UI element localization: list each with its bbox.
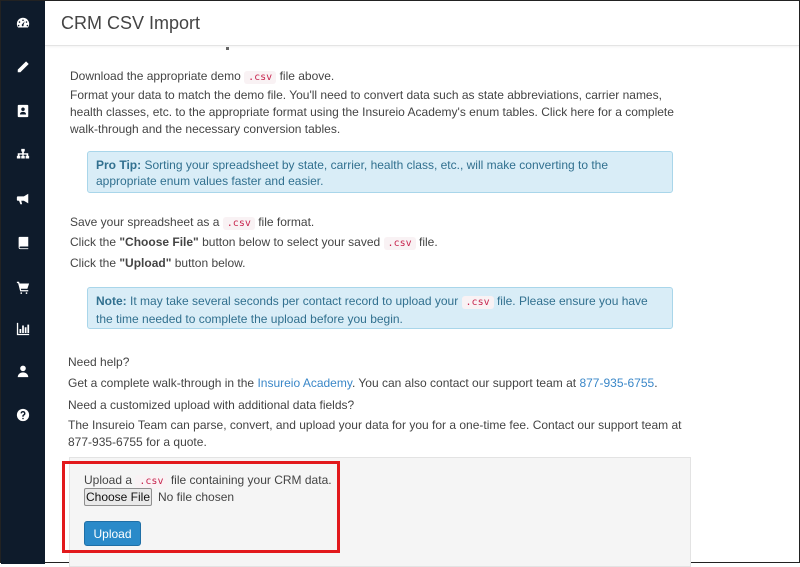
- help-icon[interactable]: [1, 403, 45, 427]
- note-box: Note: It may take several seconds per co…: [87, 287, 673, 329]
- csv-code: .csv: [461, 296, 494, 309]
- bar-chart-icon[interactable]: [1, 317, 45, 341]
- step-choose: Click the "Choose File" button below to …: [70, 235, 438, 250]
- walkthrough-text: Get a complete walk-through in the: [68, 376, 255, 390]
- step-upload-text: Click the: [70, 256, 117, 270]
- note-text: It may take several seconds per contact …: [130, 294, 459, 308]
- step-upload: Click the "Upload" button below.: [70, 256, 245, 270]
- note-label: Note:: [96, 294, 127, 308]
- step-download: Download the appropriate demo .csv file …: [70, 69, 335, 84]
- step-choose-text-end: file.: [418, 235, 438, 249]
- need-help-heading: Need help?: [68, 355, 130, 369]
- separator-dot: [226, 47, 229, 50]
- choose-file-emphasis: "Choose File": [119, 235, 199, 249]
- dashboard-icon[interactable]: [1, 11, 45, 35]
- phone-link[interactable]: 877-935-6755: [579, 376, 654, 390]
- step-upload-text-end: button below.: [174, 256, 246, 270]
- sidebar: [1, 1, 45, 564]
- step-save-text: Save your spreadsheet as a: [70, 215, 220, 229]
- page-title: CRM CSV Import: [61, 13, 201, 33]
- top-bar: CRM CSV Import: [45, 1, 799, 46]
- csv-code: .csv: [244, 71, 277, 84]
- book-icon[interactable]: [1, 231, 45, 255]
- step-choose-text-mid: button below to select your saved: [202, 235, 381, 249]
- step-download-text: Download the appropriate demo: [70, 69, 241, 83]
- walkthrough-text-mid: . You can also contact our support team …: [351, 376, 577, 390]
- step-format: Format your data to match the demo file.…: [70, 88, 674, 136]
- step-download-text-end: file above.: [279, 69, 335, 83]
- step-save-text-end: file format.: [258, 215, 315, 229]
- pencil-icon[interactable]: [1, 55, 45, 79]
- pro-tip-box: Pro Tip: Sorting your spreadsheet by sta…: [87, 151, 673, 193]
- csv-code: .csv: [383, 237, 416, 250]
- upload-emphasis: "Upload": [119, 256, 172, 270]
- walkthrough-line: Get a complete walk-through in the Insur…: [68, 376, 658, 390]
- step-choose-text: Click the: [70, 235, 117, 249]
- highlight-box: [62, 461, 340, 553]
- custom-upload-question: Need a customized upload with additional…: [68, 398, 355, 412]
- bullhorn-icon[interactable]: [1, 187, 45, 211]
- pro-tip-text: Sorting your spreadsheet by state, carri…: [96, 158, 609, 188]
- csv-code: .csv: [222, 217, 255, 230]
- user-icon[interactable]: [1, 359, 45, 383]
- custom-upload-text: The Insureio Team can parse, convert, an…: [68, 418, 682, 449]
- academy-link[interactable]: Insureio Academy: [257, 376, 352, 390]
- walkthrough-text-end: .: [654, 376, 658, 390]
- sitemap-icon[interactable]: [1, 143, 45, 167]
- contacts-icon[interactable]: [1, 99, 45, 123]
- cart-icon[interactable]: [1, 275, 45, 299]
- pro-tip-label: Pro Tip:: [96, 158, 142, 172]
- step-save: Save your spreadsheet as a .csv file for…: [70, 215, 315, 230]
